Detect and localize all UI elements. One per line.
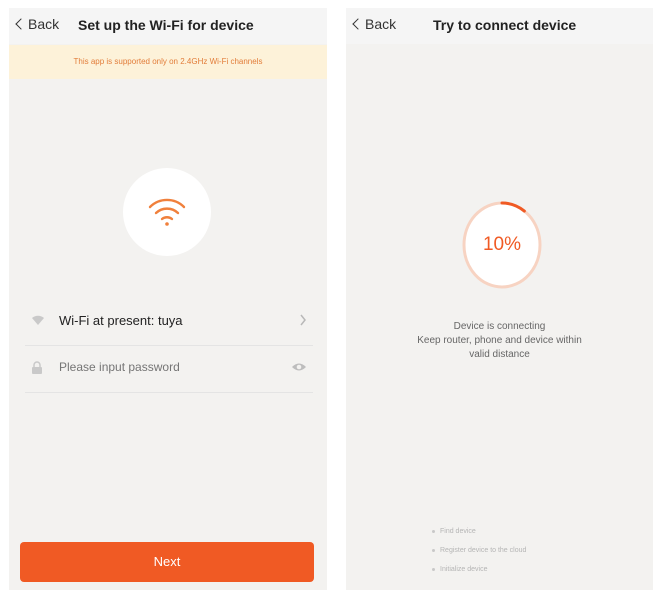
page-title: Set up the Wi-Fi for device (78, 17, 254, 33)
status-line: valid distance (469, 349, 530, 360)
status-line: Device is connecting (453, 321, 546, 332)
lock-icon (32, 361, 42, 374)
step-item: Register device to the cloud (432, 541, 526, 560)
wifi-icon (148, 198, 186, 226)
progress-indicator: 10% (461, 201, 543, 289)
channel-notice-banner: This app is supported only on 2.4GHz Wi-… (9, 45, 327, 79)
connect-device-screen: Back Try to connect device 10% Device is… (346, 8, 653, 590)
step-label: Register device to the cloud (440, 547, 527, 554)
wifi-small-icon (32, 315, 44, 325)
step-dot-icon (432, 529, 435, 533)
wifi-network-row[interactable]: Wi-Fi at present: tuya (17, 302, 319, 342)
connection-status: Device is connecting Keep router, phone … (346, 320, 653, 362)
back-button[interactable]: Back (13, 16, 59, 32)
progress-percent: 10% (482, 234, 522, 255)
wifi-network-label: Wi-Fi at present: tuya (59, 313, 183, 328)
step-label: Find device (440, 528, 476, 535)
step-item: Find device (432, 522, 526, 541)
chevron-right-icon (300, 314, 306, 326)
divider (25, 345, 313, 346)
chevron-left-icon (352, 18, 364, 30)
status-line: Keep router, phone and device within (417, 335, 582, 346)
wifi-setup-screen: Back Set up the Wi-Fi for device This ap… (9, 8, 327, 590)
eye-icon[interactable] (291, 361, 307, 373)
divider (25, 392, 313, 393)
navigation-bar: Back Try to connect device (346, 8, 653, 44)
back-label: Back (365, 16, 397, 32)
step-dot-icon (432, 567, 435, 571)
step-dot-icon (432, 548, 435, 552)
back-label: Back (28, 16, 60, 32)
next-button[interactable]: Next (20, 542, 314, 582)
password-row (17, 349, 319, 389)
back-button[interactable]: Back (350, 16, 396, 32)
step-item: Initialize device (432, 560, 526, 579)
wifi-illustration (123, 168, 211, 256)
chevron-left-icon (15, 18, 27, 30)
password-input[interactable] (59, 360, 269, 374)
page-title: Try to connect device (433, 17, 577, 33)
step-label: Initialize device (440, 566, 488, 573)
connection-steps: Find device Register device to the cloud… (432, 522, 526, 579)
navigation-bar: Back Set up the Wi-Fi for device (9, 8, 327, 44)
